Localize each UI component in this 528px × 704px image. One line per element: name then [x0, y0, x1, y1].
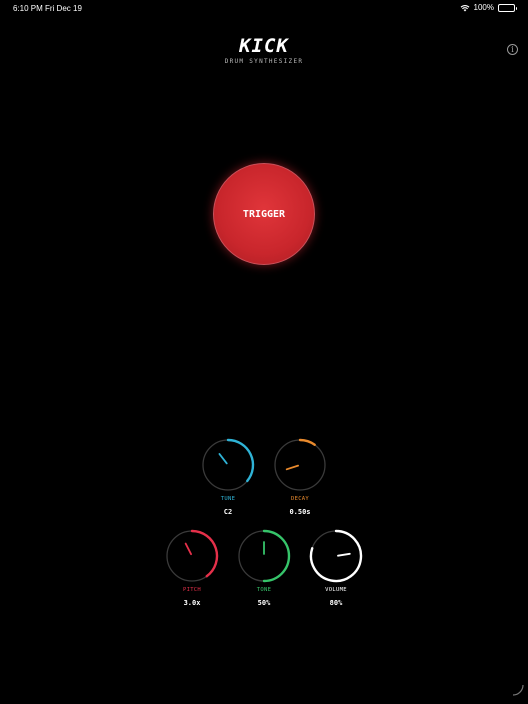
- knob-track: [274, 439, 326, 491]
- knob-value-tone: 50%: [257, 599, 271, 607]
- knob-label-tune: TUNE: [220, 496, 236, 502]
- decay-dial-icon[interactable]: [272, 437, 328, 493]
- info-icon[interactable]: i: [507, 44, 518, 55]
- wifi-icon: [460, 4, 470, 12]
- knob-pointer: [285, 464, 300, 471]
- knob-pointer: [337, 552, 351, 557]
- tone-dial-icon[interactable]: [236, 528, 292, 584]
- status-indicators: 100%: [460, 3, 517, 12]
- knob-pitch[interactable]: PITCH 3.0x: [156, 528, 228, 607]
- knob-level-arc: [262, 529, 291, 583]
- knob-level-arc: [298, 438, 316, 446]
- knob-value-volume: 80%: [329, 599, 343, 607]
- knob-value-decay: 0.50s: [289, 508, 311, 516]
- knob-tone[interactable]: TONE 50%: [228, 528, 300, 607]
- tune-dial-icon[interactable]: [200, 437, 256, 493]
- trigger-label: TRIGGER: [242, 208, 286, 220]
- knob-value-pitch: 3.0x: [183, 599, 201, 607]
- battery-percent: 100%: [473, 3, 494, 12]
- status-bar: 6:10 PM Fri Dec 19 100%: [0, 0, 528, 18]
- trigger-button[interactable]: TRIGGER: [213, 163, 315, 265]
- pitch-dial-icon[interactable]: [164, 528, 220, 584]
- resize-handle-icon[interactable]: [512, 681, 524, 700]
- knob-tune[interactable]: TUNE C2: [192, 437, 264, 516]
- volume-dial-icon[interactable]: [308, 528, 364, 584]
- knob-label-decay: DECAY: [290, 496, 310, 502]
- knob-value-tune: C2: [223, 508, 233, 516]
- knob-pointer: [218, 453, 228, 465]
- knob-level-arc: [226, 438, 255, 483]
- status-time: 6:10 PM: [13, 4, 43, 13]
- knob-level-arc: [190, 529, 219, 578]
- knob-label-pitch: PITCH: [182, 587, 202, 593]
- knob-pointer: [184, 542, 192, 556]
- knob-label-tone: TONE: [256, 587, 272, 593]
- app-subtitle: DRUM SYNTHESIZER: [224, 58, 304, 65]
- status-date: Fri Dec 19: [45, 4, 82, 13]
- knob-volume[interactable]: VOLUME 80%: [300, 528, 372, 607]
- knob-label-volume: VOLUME: [325, 587, 347, 593]
- battery-icon: [498, 3, 517, 12]
- knob-decay[interactable]: DECAY 0.50s: [264, 437, 336, 516]
- app-title: KICK: [239, 35, 289, 57]
